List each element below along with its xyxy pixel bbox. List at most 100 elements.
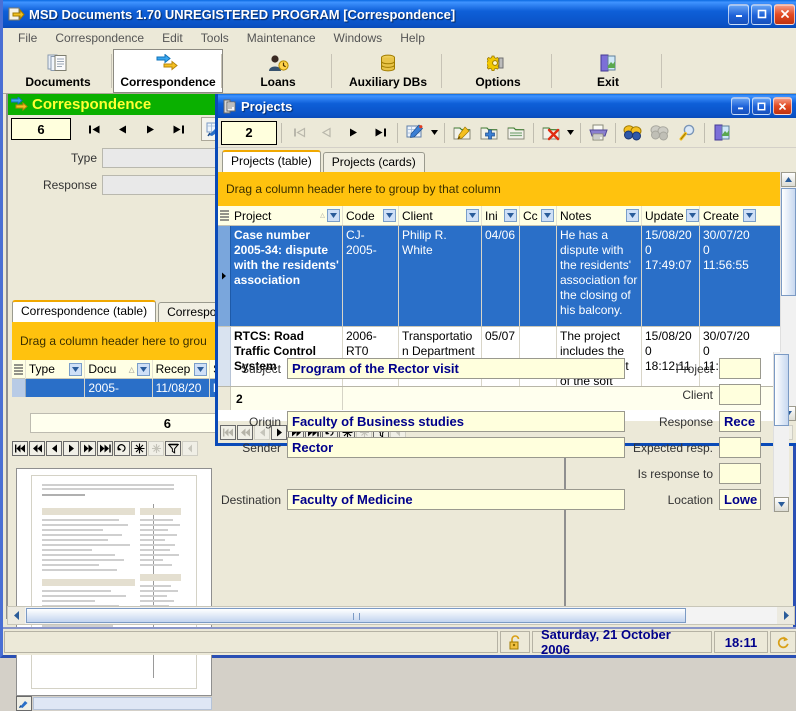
detail-destination-field[interactable]: Faculty of Medicine	[287, 489, 625, 510]
projects-edit-grid-button[interactable]	[402, 121, 428, 145]
menu-maintenance[interactable]: Maintenance	[238, 29, 325, 47]
menu-help[interactable]: Help	[391, 29, 434, 47]
projects-delete-record-button[interactable]	[538, 121, 564, 145]
proj-col-ini-label: Ini	[485, 209, 498, 223]
toolbar-button-documents[interactable]: Documents	[3, 49, 113, 93]
grid-menu-icon[interactable]	[218, 206, 231, 225]
detail-origin-row: Origin Faculty of Business studies	[215, 411, 625, 432]
detail-form-vertical-scrollbar[interactable]	[773, 352, 789, 512]
detail-location-field[interactable]: Lowe	[719, 489, 761, 510]
corr-first-record-button[interactable]	[81, 118, 107, 140]
title-bar: MSD Documents 1.70 UNREGISTERED PROGRAM …	[3, 0, 796, 28]
projects-next-record-button[interactable]	[340, 121, 366, 145]
chevron-down-icon[interactable]	[686, 209, 699, 222]
detail-response-field[interactable]: Rece	[719, 411, 761, 432]
menu-windows[interactable]: Windows	[325, 29, 392, 47]
preview-edit-icon[interactable]	[16, 696, 32, 711]
proj-col-ini[interactable]: Ini	[482, 206, 520, 225]
detail-project-label: Project	[627, 362, 719, 376]
projects-table-row[interactable]: Case number 2005-34: dispute with the re…	[218, 226, 780, 326]
proj-col-update[interactable]: Update	[642, 206, 700, 225]
preview-toolbar	[16, 696, 212, 711]
projects-maximize-button[interactable]	[752, 97, 771, 115]
proj-col-client[interactable]: Client	[399, 206, 482, 225]
projects-search-button[interactable]	[674, 121, 700, 145]
projects-delete-dropdown-icon[interactable]	[565, 122, 576, 144]
detail-is-response-to-label: Is response to	[627, 467, 719, 481]
menu-file[interactable]: File	[9, 29, 46, 47]
projects-filter-button	[647, 121, 673, 145]
detail-sender-field[interactable]: Rector	[287, 437, 625, 458]
proj-col-cc[interactable]: Cc	[520, 206, 557, 225]
scrollbar-thumb[interactable]	[26, 608, 686, 623]
detail-project-row: Project	[627, 358, 761, 379]
projects-edit-record-button[interactable]	[449, 121, 475, 145]
correspondence-record-counter[interactable]: 6	[11, 118, 71, 140]
close-button[interactable]	[774, 4, 795, 25]
corr-last-record-button[interactable]	[165, 118, 191, 140]
scroll-down-button[interactable]	[774, 497, 789, 512]
chevron-down-icon[interactable]	[327, 209, 340, 222]
proj-col-create[interactable]: Create	[700, 206, 758, 225]
horizontal-scrollbar[interactable]	[7, 606, 795, 625]
tab-correspondence-table[interactable]: Correspondence (table)	[12, 300, 156, 322]
proj-col-code[interactable]: Code	[343, 206, 399, 225]
toolbar-button-exit[interactable]: Exit	[553, 49, 663, 93]
projects-edit-dropdown-icon[interactable]	[429, 122, 440, 144]
proj-cell-project: Case number 2005-34: dispute with the re…	[231, 226, 343, 326]
proj-cell-create: 30/07/200 11:56:55	[700, 226, 758, 326]
chevron-down-icon[interactable]	[504, 209, 517, 222]
menu-edit[interactable]: Edit	[153, 29, 192, 47]
tab-projects-table[interactable]: Projects (table)	[222, 150, 321, 172]
chevron-down-icon[interactable]	[541, 209, 554, 222]
chevron-down-icon[interactable]	[466, 209, 479, 222]
menu-tools[interactable]: Tools	[192, 29, 238, 47]
corr-prev-record-button[interactable]	[109, 118, 135, 140]
projects-find-button[interactable]	[620, 121, 646, 145]
chevron-down-icon[interactable]	[743, 209, 756, 222]
proj-col-project[interactable]: Project ▵	[231, 206, 343, 225]
scroll-up-button[interactable]	[781, 172, 796, 187]
scroll-left-button[interactable]	[8, 607, 25, 624]
refresh-icon[interactable]	[770, 631, 796, 653]
projects-new-record-button[interactable]	[476, 121, 502, 145]
detail-is-response-to-row: Is response to	[627, 463, 761, 484]
projects-exit-button[interactable]	[709, 121, 735, 145]
chevron-down-icon[interactable]	[626, 209, 639, 222]
main-toolbar: Documents Correspondence Loans	[3, 49, 796, 94]
projects-record-counter[interactable]: 2	[221, 121, 277, 145]
detail-client-field[interactable]	[719, 384, 761, 405]
menu-correspondence[interactable]: Correspondence	[46, 29, 153, 47]
proj-col-update-label: Update	[645, 209, 684, 223]
corr-next-record-button[interactable]	[137, 118, 163, 140]
toolbar-button-options[interactable]: Options	[443, 49, 553, 93]
projects-print-button[interactable]	[585, 121, 611, 145]
maximize-button[interactable]	[751, 4, 772, 25]
toolbar-button-auxiliary-dbs[interactable]: Auxiliary DBs	[333, 49, 443, 93]
projects-open-folder-button[interactable]	[503, 121, 529, 145]
toolbar-button-correspondence[interactable]: Correspondence	[113, 49, 223, 93]
window-title: MSD Documents 1.70 UNREGISTERED PROGRAM …	[29, 7, 728, 22]
projects-close-button[interactable]	[773, 97, 792, 115]
detail-is-response-to-field[interactable]	[719, 463, 761, 484]
scrollbar-thumb[interactable]	[781, 188, 796, 296]
database-icon	[378, 54, 398, 74]
detail-subject-field[interactable]: Program of the Rector visit	[287, 358, 625, 379]
detail-destination-row: Destination Faculty of Medicine	[199, 489, 625, 510]
projects-minimize-button[interactable]	[731, 97, 750, 115]
detail-expected-resp-field[interactable]	[719, 437, 761, 458]
proj-col-notes[interactable]: Notes	[557, 206, 642, 225]
scrollbar-thumb[interactable]	[774, 354, 789, 426]
toolbar-button-loans[interactable]: Loans	[223, 49, 333, 93]
detail-response-row: Response Rece	[627, 411, 761, 432]
scroll-right-button[interactable]	[777, 607, 794, 624]
detail-sender-label: Sender	[215, 441, 287, 455]
projects-last-record-button[interactable]	[367, 121, 393, 145]
detail-project-field[interactable]	[719, 358, 761, 379]
projects-group-panel[interactable]: Drag a column header here to group by th…	[218, 172, 780, 206]
unlocked-padlock-icon[interactable]	[500, 631, 530, 653]
tab-projects-cards[interactable]: Projects (cards)	[323, 152, 425, 172]
chevron-down-icon[interactable]	[383, 209, 396, 222]
detail-origin-field[interactable]: Faculty of Business studies	[287, 411, 625, 432]
minimize-button[interactable]	[728, 4, 749, 25]
